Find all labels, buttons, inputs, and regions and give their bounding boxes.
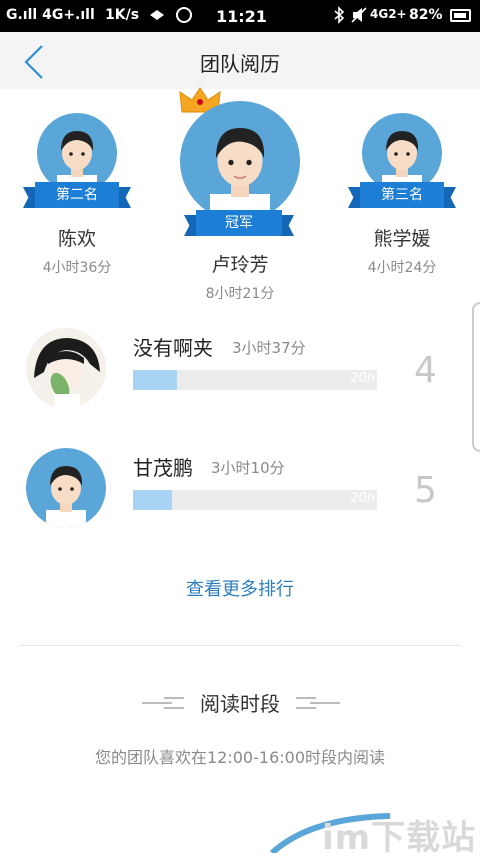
girl-avatar-icon [26, 328, 106, 408]
divider [20, 645, 460, 646]
side-drawer-handle[interactable] [472, 302, 480, 452]
section-title: 阅读时段 [200, 692, 280, 716]
title-decoration-right [296, 696, 340, 710]
rank-label: 第三名 [381, 187, 423, 203]
view-more-ranking-link[interactable]: 查看更多排行 [0, 575, 480, 601]
member-name: 陈欢 [57, 228, 96, 250]
signal-indicator: G.ıll 4G+.ıll [6, 7, 95, 23]
goal-label: 20h [350, 371, 375, 386]
member-name: 熊学媛 [373, 228, 431, 250]
rank-ribbon: 冠军 [184, 210, 294, 236]
mute-icon [351, 7, 367, 23]
rank-number: 4 [414, 350, 437, 391]
member-name: 卢玲芳 [211, 254, 269, 276]
network-type: 4G2+ [370, 7, 407, 21]
progress-fill [133, 370, 177, 390]
reading-time: 3小时37分 [232, 339, 306, 357]
battery-icon [450, 9, 471, 22]
avatar [26, 328, 106, 408]
bluetooth-icon [334, 6, 345, 24]
qq-icon [176, 7, 192, 23]
ranking-row[interactable]: 没有啊夹 3小时37分 20h 4 [0, 318, 480, 418]
member-name: 没有啊夹 [133, 336, 213, 360]
member-name: 甘茂鹏 [133, 456, 193, 480]
avatar [362, 113, 442, 193]
goal-label: 20h [350, 491, 375, 506]
boy-avatar-icon [382, 131, 422, 193]
rank-ribbon: 第三名 [348, 182, 456, 208]
boy-avatar-icon [57, 131, 97, 193]
battery-percent: 82% [409, 7, 443, 23]
watermark: im下载站 [322, 818, 477, 858]
transfer-icon [150, 10, 164, 20]
reading-progress-bar: 20h [133, 490, 377, 510]
avatar [180, 101, 300, 221]
page-title: 团队阅历 [200, 52, 280, 76]
section-description: 您的团队喜欢在12:00-16:00时段内阅读 [95, 748, 385, 767]
ranking-row[interactable]: 甘茂鹏 3小时10分 20h 5 [0, 440, 480, 540]
reading-time: 3小时10分 [211, 459, 285, 477]
reading-time: 4小时36分 [42, 260, 112, 276]
avatar [37, 113, 117, 193]
reading-time: 8小时21分 [205, 286, 275, 302]
reading-time: 4小时24分 [367, 260, 437, 276]
rank-ribbon: 第二名 [23, 182, 131, 208]
network-speed: 1K/s [105, 7, 140, 23]
rank-label: 冠军 [225, 215, 253, 231]
status-bar: G.ıll 4G+.ıll 1K/s 11:21 4G2+ 82% [0, 0, 480, 32]
avatar [26, 448, 106, 528]
app-header: 团队阅历 [0, 32, 480, 89]
boy-avatar-icon [210, 128, 270, 221]
progress-fill [133, 490, 173, 510]
boy-avatar-icon [46, 466, 86, 528]
clock: 11:21 [216, 7, 267, 26]
rank-label: 第二名 [56, 187, 98, 203]
rank-number: 5 [414, 470, 437, 511]
reading-progress-bar: 20h [133, 370, 377, 390]
